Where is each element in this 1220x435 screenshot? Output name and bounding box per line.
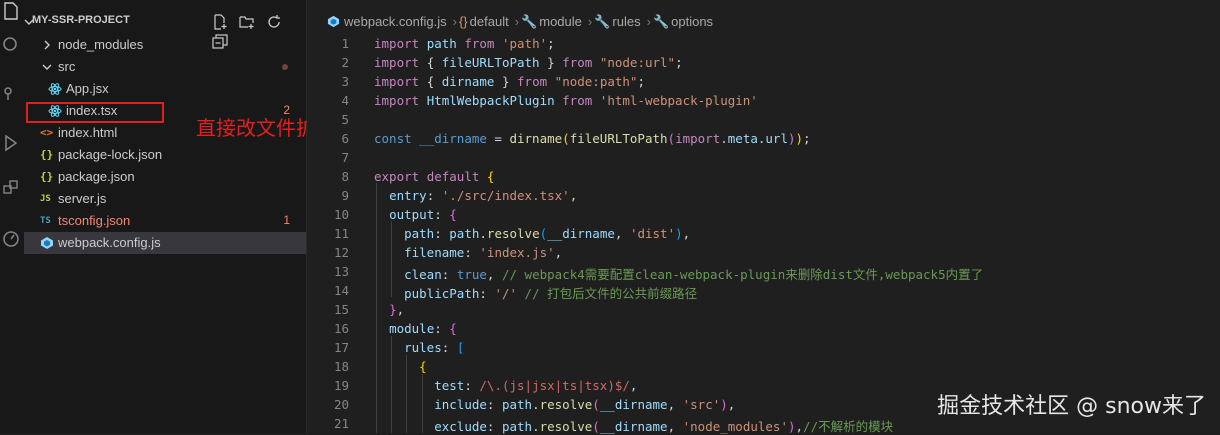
tree-item-package-json[interactable]: {} package.json	[24, 166, 306, 188]
tree-item-src[interactable]: src	[24, 56, 306, 78]
chevron-down-icon	[42, 64, 52, 70]
wrench-icon: 🔧	[594, 14, 611, 29]
code-line: exclude: path.resolve(__dirname, 'node_m…	[434, 419, 894, 434]
tree-item-label: index.html	[58, 125, 118, 140]
code-line: rules: [	[404, 340, 465, 355]
problem-count-badge: 1	[283, 213, 290, 227]
tree-item-label: App.jsx	[66, 81, 109, 96]
code-line: publicPath: '/' // 打包后文件的公共前缀路径	[404, 286, 698, 301]
line-number: 2	[341, 55, 349, 70]
breadcrumb-rules[interactable]: rules	[612, 14, 640, 29]
tree-item-node-modules[interactable]: node_modules	[24, 34, 306, 56]
tree-item-app-jsx[interactable]: App.jsx	[24, 78, 306, 100]
line-number: 4	[341, 93, 349, 108]
code-line: entry: './src/index.tsx',	[389, 188, 578, 203]
tree-item-webpack-config-js[interactable]: webpack.config.js	[24, 232, 306, 254]
search-icon[interactable]	[2, 36, 20, 54]
wrench-icon: 🔧	[521, 14, 538, 29]
line-number: 14	[333, 283, 349, 298]
json-icon: {}	[40, 170, 54, 183]
problem-dot-icon	[282, 64, 288, 70]
wrench-icon: 🔧	[652, 14, 670, 29]
code-line: {	[419, 359, 427, 374]
tree-item-label: webpack.config.js	[58, 235, 161, 250]
tree-item-package-lock-json[interactable]: {} package-lock.json	[24, 144, 306, 166]
code-line: filename: 'index.js',	[404, 245, 563, 260]
breadcrumb-module[interactable]: module	[539, 14, 582, 29]
html-icon: <>	[40, 126, 54, 139]
line-number: 11	[333, 226, 349, 241]
code-line: include: path.resolve(__dirname, 'src'),	[434, 397, 736, 412]
line-number: 18	[333, 359, 349, 374]
code-line: import { dirname } from "node:path";	[374, 74, 645, 89]
javascript-icon: JS	[40, 194, 51, 204]
react-icon	[48, 83, 62, 95]
breadcrumb-default[interactable]: default	[470, 14, 509, 29]
extensions-icon[interactable]	[2, 180, 20, 198]
code-line: module: {	[389, 321, 457, 336]
explorer-sidebar: MY-SSR-PROJECT node_modules src App.jsx …	[24, 0, 307, 433]
braces-icon: {}	[458, 14, 468, 29]
line-number: 8	[341, 169, 349, 184]
code-line: },	[389, 302, 405, 317]
line-number: 1	[341, 36, 349, 51]
webpack-icon	[41, 237, 53, 249]
tree-item-label: tsconfig.json	[58, 213, 131, 228]
code-line: output: {	[389, 207, 457, 222]
line-number: 6	[341, 131, 349, 146]
explorer-header: MY-SSR-PROJECT	[24, 12, 306, 49]
project-title[interactable]: MY-SSR-PROJECT	[32, 14, 130, 26]
tree-item-tsconfig-json[interactable]: TS tsconfig.json 1	[24, 210, 306, 232]
tree-item-server-js[interactable]: JS server.js	[24, 188, 306, 210]
line-number: 9	[341, 188, 349, 203]
code-line: import path from 'path';	[374, 36, 555, 51]
tree-item-label: package.json	[58, 169, 135, 184]
source-control-icon[interactable]	[2, 86, 20, 104]
code-line: test: /\.(js|jsx|ts|tsx)$/,	[434, 378, 638, 393]
code-line: const __dirname = dirname(fileURLToPath(…	[374, 131, 811, 146]
tree-item-label: node_modules	[58, 37, 144, 52]
line-number: 17	[333, 340, 349, 355]
line-number: 16	[333, 321, 349, 336]
tree-item-label: package-lock.json	[58, 147, 163, 162]
highlight-box	[26, 102, 164, 123]
code-line: import { fileURLToPath } from "node:url"…	[374, 55, 683, 70]
breadcrumb-options[interactable]: options	[671, 14, 713, 29]
line-number: 7	[341, 150, 349, 165]
line-number: 15	[333, 302, 349, 317]
line-number: 12	[333, 245, 349, 260]
chevron-right-icon: ›	[514, 14, 520, 29]
line-number: 20	[333, 397, 349, 412]
breadcrumb: webpack.config.js ›{} default › 🔧 module › 🔧 rul…	[327, 13, 715, 33]
code-line: path: path.resolve(__dirname, 'dist'),	[404, 226, 691, 241]
webpack-icon	[327, 15, 340, 28]
line-number: 5	[341, 112, 349, 127]
new-folder-icon[interactable]	[239, 14, 255, 30]
code-line: import HtmlWebpackPlugin from 'html-webp…	[374, 93, 758, 108]
tree-item-label: src	[58, 59, 76, 74]
chevron-right-icon	[44, 40, 50, 50]
line-number: 19	[333, 378, 349, 393]
line-number: 21	[333, 416, 349, 431]
run-debug-icon[interactable]	[2, 134, 20, 152]
activity-bar	[0, 0, 24, 433]
remote-icon[interactable]	[2, 230, 20, 248]
typescript-icon: TS	[40, 216, 51, 226]
new-file-icon[interactable]	[212, 14, 228, 30]
code-line: clean: true, // webpack4需要配置clean-webpac…	[404, 267, 984, 282]
line-number: 13	[333, 264, 349, 279]
chevron-right-icon: ›	[587, 14, 593, 29]
refresh-icon[interactable]	[266, 14, 282, 30]
explorer-icon[interactable]	[2, 2, 20, 20]
watermark: 掘金技术社区 @ snow来了	[937, 394, 1206, 419]
code-line: export default {	[374, 169, 495, 184]
chevron-right-icon: ›	[646, 14, 651, 29]
line-number: 3	[341, 74, 349, 89]
code-editor[interactable]: webpack.config.js ›{} default › 🔧 module › 🔧 rul…	[307, 0, 1220, 434]
json-icon: {}	[40, 148, 54, 161]
chevron-right-icon: ›	[452, 14, 457, 29]
tree-item-label: server.js	[58, 191, 107, 206]
breadcrumb-file[interactable]: webpack.config.js	[344, 14, 447, 29]
line-number: 10	[333, 207, 349, 222]
